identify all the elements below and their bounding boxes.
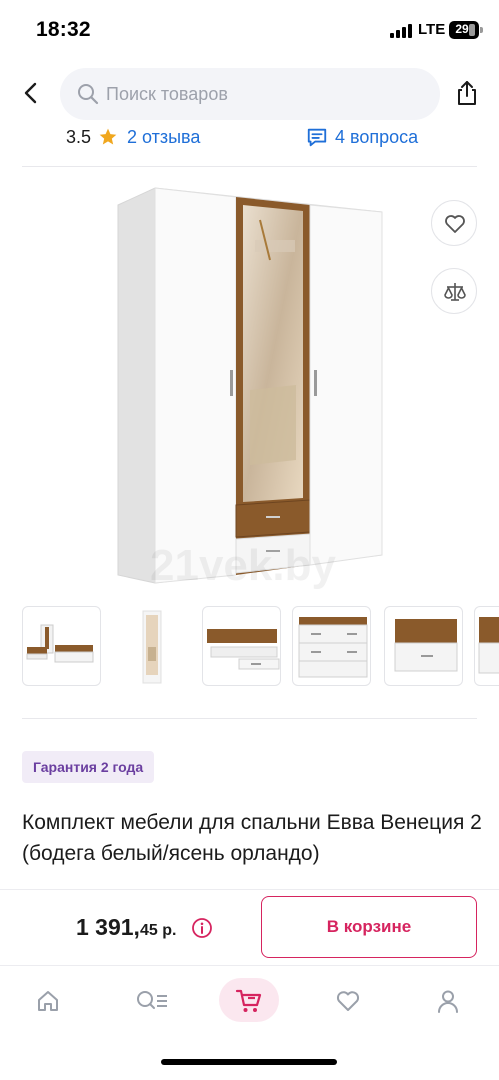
questions-label: 4 вопроса [335, 127, 419, 147]
cart-icon [235, 989, 262, 1012]
search-box[interactable] [60, 68, 440, 120]
heart-icon [445, 215, 465, 233]
heart-icon [336, 991, 360, 1011]
title-fade [0, 866, 499, 890]
wardrobe-illustration: 21vek.by [117, 187, 383, 590]
nav-cart[interactable] [219, 978, 279, 1022]
image-watermark: 21vek.by [150, 541, 336, 590]
share-button[interactable] [452, 78, 482, 108]
price-cents: 45 [139, 922, 158, 939]
price-currency: р. [157, 922, 177, 939]
thumbnail-strip[interactable] [22, 606, 499, 686]
status-time: 18:32 [36, 18, 91, 41]
search-input[interactable] [106, 68, 406, 120]
divider [22, 718, 477, 719]
share-icon [458, 81, 476, 105]
in-cart-button[interactable]: В корзине [261, 896, 477, 958]
thumbnail[interactable] [112, 606, 191, 686]
warranty-badge: Гарантия 2 года [22, 751, 155, 783]
bottom-nav [0, 965, 499, 1035]
header [0, 64, 499, 122]
home-icon [38, 991, 58, 1011]
price: 1 391,45 р. [76, 914, 176, 941]
thumbnail[interactable] [292, 606, 371, 686]
nav-home[interactable] [19, 978, 79, 1022]
compare-button[interactable] [431, 268, 477, 314]
thumbnail[interactable] [202, 606, 281, 686]
rating-row: 3.5 2 отзыва 4 вопроса [0, 122, 499, 166]
info-icon[interactable] [191, 917, 213, 939]
reviews-link[interactable]: 2 отзыва [127, 127, 200, 148]
catalog-search-icon [137, 991, 167, 1009]
nav-profile[interactable] [419, 978, 479, 1022]
nav-favorites[interactable] [319, 978, 379, 1022]
scales-icon [444, 283, 466, 301]
chevron-left-icon [24, 82, 37, 104]
signal-icon [390, 24, 412, 38]
product-image[interactable]: 21vek.by [100, 180, 400, 595]
home-indicator [161, 1059, 337, 1065]
network-label: LTE [418, 21, 446, 38]
thumbnail[interactable] [474, 606, 499, 686]
back-button[interactable] [16, 78, 46, 108]
nav-catalog[interactable] [119, 978, 179, 1022]
search-icon [78, 84, 99, 105]
divider [22, 166, 477, 167]
chat-bubble-icon [307, 128, 327, 147]
add-to-favorites-button[interactable] [431, 200, 477, 246]
thumbnail[interactable] [384, 606, 463, 686]
price-main: 1 391, [76, 914, 140, 940]
star-icon [99, 128, 117, 145]
rating-value: 3.5 [66, 127, 92, 147]
buy-bar: 1 391,45 р. В корзине [0, 889, 499, 965]
status-bar: 18:32 LTE 29 [0, 0, 499, 58]
battery-icon: 29 [449, 21, 483, 39]
user-icon [438, 990, 458, 1013]
thumbnail[interactable] [22, 606, 101, 686]
battery-level: 29 [455, 22, 469, 36]
